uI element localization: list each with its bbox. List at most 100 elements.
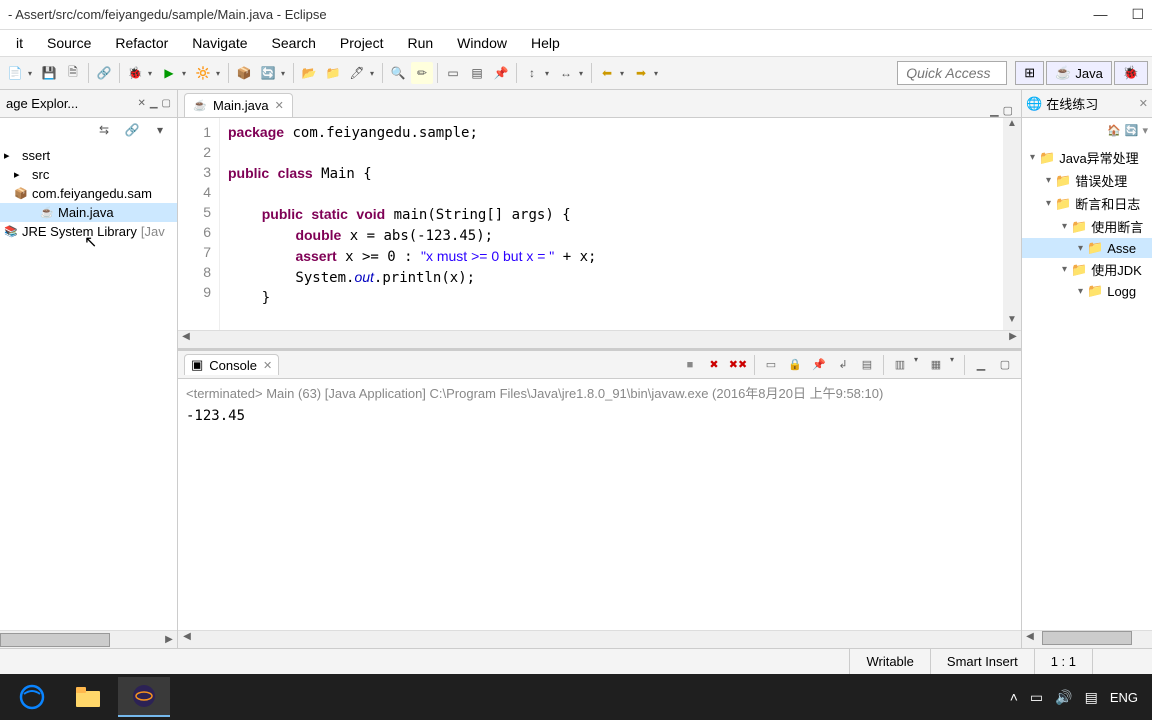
vertical-scrollbar[interactable]: ▲ ▼ — [1003, 118, 1021, 330]
minimize-icon[interactable]: ▁ — [150, 98, 158, 109]
maximize-button[interactable]: ☐ — [1131, 6, 1144, 23]
pin-icon[interactable]: 📌 — [490, 62, 512, 84]
new-class-icon[interactable]: 🔄 — [257, 62, 279, 84]
exercise-item[interactable]: ▾📁错误处理 — [1022, 169, 1152, 192]
menu-navigate[interactable]: Navigate — [180, 33, 259, 53]
tree-item[interactable]: ▸src — [0, 165, 177, 184]
close-icon[interactable]: ✕ — [1139, 97, 1148, 110]
tray-chevron-icon[interactable]: ˄ — [1010, 689, 1018, 705]
exercise-item[interactable]: ▾📁Asse — [1022, 238, 1152, 258]
console-tab[interactable]: ▣ Console ✕ — [184, 354, 279, 375]
menu-project[interactable]: Project — [328, 33, 396, 53]
java-perspective-button[interactable]: ☕Java — [1046, 61, 1112, 85]
tree-item[interactable]: ▸ssert — [0, 146, 177, 165]
save-icon[interactable]: 💾 — [38, 62, 60, 84]
tray-ime-icon[interactable]: ▤ — [1085, 689, 1098, 706]
debug-perspective-button[interactable]: 🐞 — [1114, 61, 1148, 85]
maximize-icon[interactable]: ▢ — [1003, 104, 1013, 117]
open-console-icon[interactable]: ▦ — [926, 355, 946, 375]
wrap-icon[interactable]: ↲ — [833, 355, 853, 375]
close-icon[interactable]: ✕ — [275, 99, 284, 112]
pin-icon[interactable]: 📌 — [809, 355, 829, 375]
console-horizontal-scrollbar[interactable]: ◀ — [178, 630, 1021, 648]
tree-item[interactable]: ☕Main.java — [0, 203, 177, 222]
minimize-icon[interactable]: ▁ — [971, 355, 991, 375]
menu-refactor[interactable]: Refactor — [103, 33, 180, 53]
dropdown-icon[interactable]: ▾ — [216, 69, 224, 78]
coverage-icon[interactable]: 🔆 — [192, 62, 214, 84]
remove-all-icon[interactable]: ✖✖ — [728, 355, 748, 375]
dropdown-icon[interactable]: ▾ — [654, 69, 662, 78]
display-icon[interactable]: ▥ — [890, 355, 910, 375]
wand-icon[interactable]: 🖊 — [346, 62, 368, 84]
scroll-lock-icon[interactable]: 🔒 — [785, 355, 805, 375]
tree-item[interactable]: 📚JRE System Library [Jav — [0, 222, 177, 241]
folder-icon[interactable]: 📁 — [322, 62, 344, 84]
dropdown-icon[interactable]: ▾ — [281, 69, 289, 78]
tray-language[interactable]: ENG — [1110, 690, 1138, 705]
show-console-icon[interactable]: ▤ — [857, 355, 877, 375]
debug-icon[interactable]: 🐞 — [124, 62, 146, 84]
taskbar-edge[interactable] — [6, 677, 58, 717]
scroll-left-icon[interactable]: ◀ — [178, 331, 194, 348]
menu-window[interactable]: Window — [445, 33, 519, 53]
search-icon[interactable]: 🔍 — [387, 62, 409, 84]
project-tree[interactable]: ▸ssert▸src📦com.feiyangedu.sam☕Main.java📚… — [0, 142, 177, 630]
package-explorer-tab[interactable]: age Explor... ✕ ▁ ▢ — [0, 90, 177, 118]
editor-tab-main[interactable]: ☕ Main.java ✕ — [184, 93, 293, 117]
outline-icon[interactable]: ▤ — [466, 62, 488, 84]
scroll-left-icon[interactable]: ◀ — [1022, 631, 1038, 648]
dropdown-icon[interactable]: ▾ — [914, 355, 922, 375]
nav-icon[interactable]: ↕ — [521, 62, 543, 84]
close-icon[interactable]: ✕ — [263, 359, 272, 372]
nav-icon[interactable]: ↔ — [555, 62, 577, 84]
back-icon[interactable]: ⬅ — [596, 62, 618, 84]
menu-icon[interactable]: ▾ — [149, 119, 171, 141]
dropdown-icon[interactable]: ▾ — [370, 69, 378, 78]
menu-run[interactable]: Run — [395, 33, 445, 53]
minimize-icon[interactable]: ▁ — [990, 104, 998, 117]
menu-it[interactable]: it — [4, 33, 35, 53]
run-icon[interactable]: ▶ — [158, 62, 180, 84]
collapse-icon[interactable]: ⇆ — [93, 119, 115, 141]
toggle-icon[interactable]: ▭ — [442, 62, 464, 84]
scroll-left-icon[interactable]: ◀ — [178, 631, 196, 648]
clear-icon[interactable]: ▭ — [761, 355, 781, 375]
maximize-icon[interactable]: ▢ — [162, 98, 171, 109]
menu-search[interactable]: Search — [260, 33, 328, 53]
home-icon[interactable]: 🏠 — [1107, 124, 1121, 137]
dropdown-icon[interactable]: ▾ — [950, 355, 958, 375]
link-editor-icon[interactable]: 🔗 — [121, 119, 143, 141]
dropdown-icon[interactable]: ▾ — [28, 69, 36, 78]
highlight-icon[interactable]: ✏ — [411, 62, 433, 84]
close-icon[interactable]: ✕ — [137, 98, 145, 109]
menu-source[interactable]: Source — [35, 33, 103, 53]
menu-help[interactable]: Help — [519, 33, 572, 53]
horizontal-scrollbar[interactable]: ▶ — [0, 630, 177, 648]
scrollbar-thumb[interactable] — [0, 633, 110, 647]
open-type-icon[interactable]: 📂 — [298, 62, 320, 84]
editor-horizontal-scrollbar[interactable]: ◀ ▶ — [178, 330, 1021, 348]
tray-network-icon[interactable]: ▭ — [1030, 689, 1043, 706]
scroll-down-icon[interactable]: ▼ — [1003, 314, 1021, 330]
new-icon[interactable]: 📄 — [4, 62, 26, 84]
open-perspective-button[interactable]: ⊞ — [1015, 61, 1044, 85]
scroll-right-icon[interactable]: ▶ — [161, 634, 177, 645]
exercise-item[interactable]: ▾📁Logg — [1022, 281, 1152, 301]
scroll-right-icon[interactable]: ▶ — [1005, 331, 1021, 348]
right-horizontal-scrollbar[interactable]: ◀ — [1022, 630, 1152, 648]
tree-item[interactable]: 📦com.feiyangedu.sam — [0, 184, 177, 203]
dropdown-icon[interactable]: ▾ — [182, 69, 190, 78]
dropdown-icon[interactable]: ▾ — [620, 69, 628, 78]
saveall-icon[interactable]: 🗎 — [62, 62, 84, 84]
forward-icon[interactable]: ➡ — [630, 62, 652, 84]
console-output[interactable]: -123.45 — [178, 406, 1021, 630]
remove-icon[interactable]: ✖ — [704, 355, 724, 375]
link-icon[interactable]: 🔗 — [93, 62, 115, 84]
taskbar-eclipse[interactable] — [118, 677, 170, 717]
quick-access-input[interactable] — [897, 61, 1007, 85]
dropdown-icon[interactable]: ▾ — [579, 69, 587, 78]
refresh-icon[interactable]: 🔄 — [1125, 124, 1139, 137]
scroll-up-icon[interactable]: ▲ — [1003, 118, 1021, 134]
exercise-item[interactable]: ▾📁Java异常处理 — [1022, 146, 1152, 169]
